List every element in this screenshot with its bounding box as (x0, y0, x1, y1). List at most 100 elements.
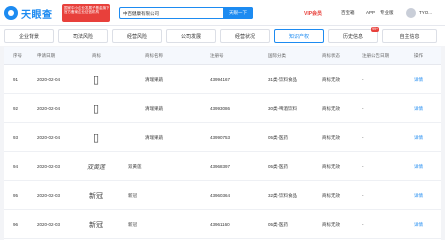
row-date: 2020-02-04 (37, 106, 61, 111)
row-index: 92 (13, 106, 19, 111)
table-header: 序号 申请日期 商标 商标名称 注册号 国际分类 商标状态 注册公告日期 操作 (4, 47, 441, 65)
tab-development[interactable]: 公司发展 (166, 29, 216, 43)
row-name: 清瑞果蔬 (145, 77, 163, 82)
nav-user[interactable]: TYO... (419, 10, 432, 15)
trademark-image[interactable]: 新冠 (84, 187, 108, 204)
row-status: 商标无效 (322, 164, 340, 169)
tab-business-risk[interactable]: 经营风险 (112, 29, 162, 43)
promo-banner[interactable]: 国家中小企业发展子基金旗下 官方备案企业征信机构 (62, 4, 110, 22)
nav-pro[interactable]: 专业版 (380, 10, 394, 16)
trademark-glyph: ▯ (92, 102, 100, 115)
row-name: 新冠 (128, 193, 137, 198)
row-name: 新冠 (128, 222, 137, 227)
row-index: 91 (13, 77, 19, 82)
row-class: 05类-医药 (268, 222, 289, 227)
row-date: 2020-02-04 (37, 77, 61, 82)
logo-icon (4, 6, 18, 20)
nav-vip[interactable]: VIP会员 (304, 10, 322, 17)
row-date: 2020-02-03 (37, 222, 61, 227)
row-status: 商标无效 (322, 193, 340, 198)
logo-text: 天眼查 (21, 9, 53, 21)
row-name: 清瑞果蔬 (145, 135, 163, 140)
avatar[interactable] (406, 8, 416, 18)
col-status: 商标状态 (322, 53, 340, 58)
trademark-image[interactable]: ▯ (84, 129, 108, 146)
row-reg: 43961160 (210, 222, 230, 227)
details-link[interactable]: 详情 (414, 222, 423, 228)
col-mark: 商标 (92, 53, 101, 58)
row-date: 2020-02-03 (37, 164, 61, 169)
trademark-glyph: ▯ (92, 73, 100, 86)
tab-legal-risk[interactable]: 司法风险 (58, 29, 108, 43)
col-action: 操作 (414, 53, 423, 58)
row-reg: 43994167 (210, 77, 231, 82)
row-class: 32类-饮料食品 (268, 193, 298, 198)
tab-history-badge: 99+ (371, 27, 379, 32)
logo[interactable]: 天眼查 (4, 4, 58, 22)
tab-history-label: 历史信息 (342, 33, 363, 40)
row-reg: 43990753 (210, 135, 231, 140)
tab-background[interactable]: 企业背景 (4, 29, 54, 43)
tab-self-info[interactable]: 自主信息 (382, 29, 437, 43)
details-link[interactable]: 详情 (414, 164, 423, 170)
row-class: 05类-医药 (268, 135, 289, 140)
nav-app[interactable]: APP (366, 10, 375, 15)
row-status: 商标无效 (322, 135, 340, 140)
row-status: 商标无效 (322, 222, 340, 227)
row-index: 95 (13, 193, 19, 198)
row-class: 30类-啤酒饮料 (268, 106, 298, 111)
row-pub: - (362, 222, 364, 227)
details-link[interactable]: 详情 (414, 193, 423, 199)
row-pub: - (362, 193, 364, 198)
col-date: 申请日期 (37, 53, 55, 58)
col-pub: 注册公告日期 (362, 53, 389, 58)
trademark-image[interactable]: ▯ (84, 71, 108, 88)
search-input[interactable] (123, 9, 223, 18)
table-row: 93 2020-02-04 ▯ 清瑞果蔬 43990753 05类-医药 商标无… (4, 123, 441, 152)
details-link[interactable]: 详情 (414, 106, 423, 112)
row-reg: 43993086 (210, 106, 231, 111)
trademark-image[interactable]: ▯ (84, 100, 108, 117)
promo-line-2: 官方备案企业征信机构 (64, 10, 99, 14)
row-pub: - (362, 106, 364, 111)
table-row: 95 2020-02-03 新冠 新冠 43960364 32类-饮料食品 商标… (4, 181, 441, 210)
top-bar: 天眼查 国家中小企业发展子基金旗下 官方备案企业征信机构 天眼一下 VIP会员 … (0, 0, 445, 26)
row-reg: 43960364 (210, 193, 231, 198)
row-date: 2020-02-04 (37, 135, 61, 140)
trademark-glyph: 新冠 (89, 220, 103, 229)
col-index: 序号 (13, 53, 22, 58)
row-pub: - (362, 135, 364, 140)
row-class: 05类-医药 (268, 164, 289, 169)
row-pub: - (362, 77, 364, 82)
tab-history[interactable]: 历史信息 99+ (328, 27, 379, 43)
col-reg: 注册号 (210, 53, 224, 58)
col-name: 商标名称 (145, 53, 163, 58)
row-pub: - (362, 164, 364, 169)
trademark-image[interactable]: 新冠 (84, 216, 108, 233)
section-tabs: 企业背景 司法风险 经营风险 公司发展 经营状况 知识产权 历史信息 99+ 自… (0, 26, 445, 46)
col-class: 国际分类 (268, 53, 286, 58)
tab-ip[interactable]: 知识产权 (274, 29, 324, 43)
tab-operations[interactable]: 经营状况 (220, 29, 270, 43)
table-row: 92 2020-02-04 ▯ 清瑞果蔬 43993086 30类-啤酒饮料 商… (4, 94, 441, 123)
trademark-image[interactable]: 双黄莲 (84, 158, 108, 175)
table-row: 91 2020-02-04 ▯ 清瑞果蔬 43994167 31类-饮料食品 商… (4, 65, 441, 94)
row-status: 商标无效 (322, 106, 340, 111)
nav-enterprise[interactable]: 百宝箱 (341, 10, 355, 16)
trademark-glyph: ▯ (92, 131, 100, 144)
trademark-table: 序号 申请日期 商标 商标名称 注册号 国际分类 商标状态 注册公告日期 操作 … (4, 47, 441, 240)
search-box: 天眼一下 (119, 7, 253, 19)
table-row: 94 2020-02-03 双黄莲 双黄莲 43968397 05类-医药 商标… (4, 152, 441, 181)
table-row: 96 2020-02-03 新冠 新冠 43961160 05类-医药 商标无效… (4, 210, 441, 239)
trademark-glyph: 双黄莲 (86, 164, 105, 171)
row-index: 94 (13, 164, 19, 169)
trademark-glyph: 新冠 (89, 191, 103, 200)
row-reg: 43968397 (210, 164, 231, 169)
details-link[interactable]: 详情 (414, 135, 423, 141)
row-index: 96 (13, 222, 19, 227)
search-button[interactable]: 天眼一下 (223, 7, 253, 19)
row-name: 双黄莲 (128, 164, 142, 169)
row-date: 2020-02-03 (37, 193, 61, 198)
row-index: 93 (13, 135, 19, 140)
details-link[interactable]: 详情 (414, 77, 423, 83)
